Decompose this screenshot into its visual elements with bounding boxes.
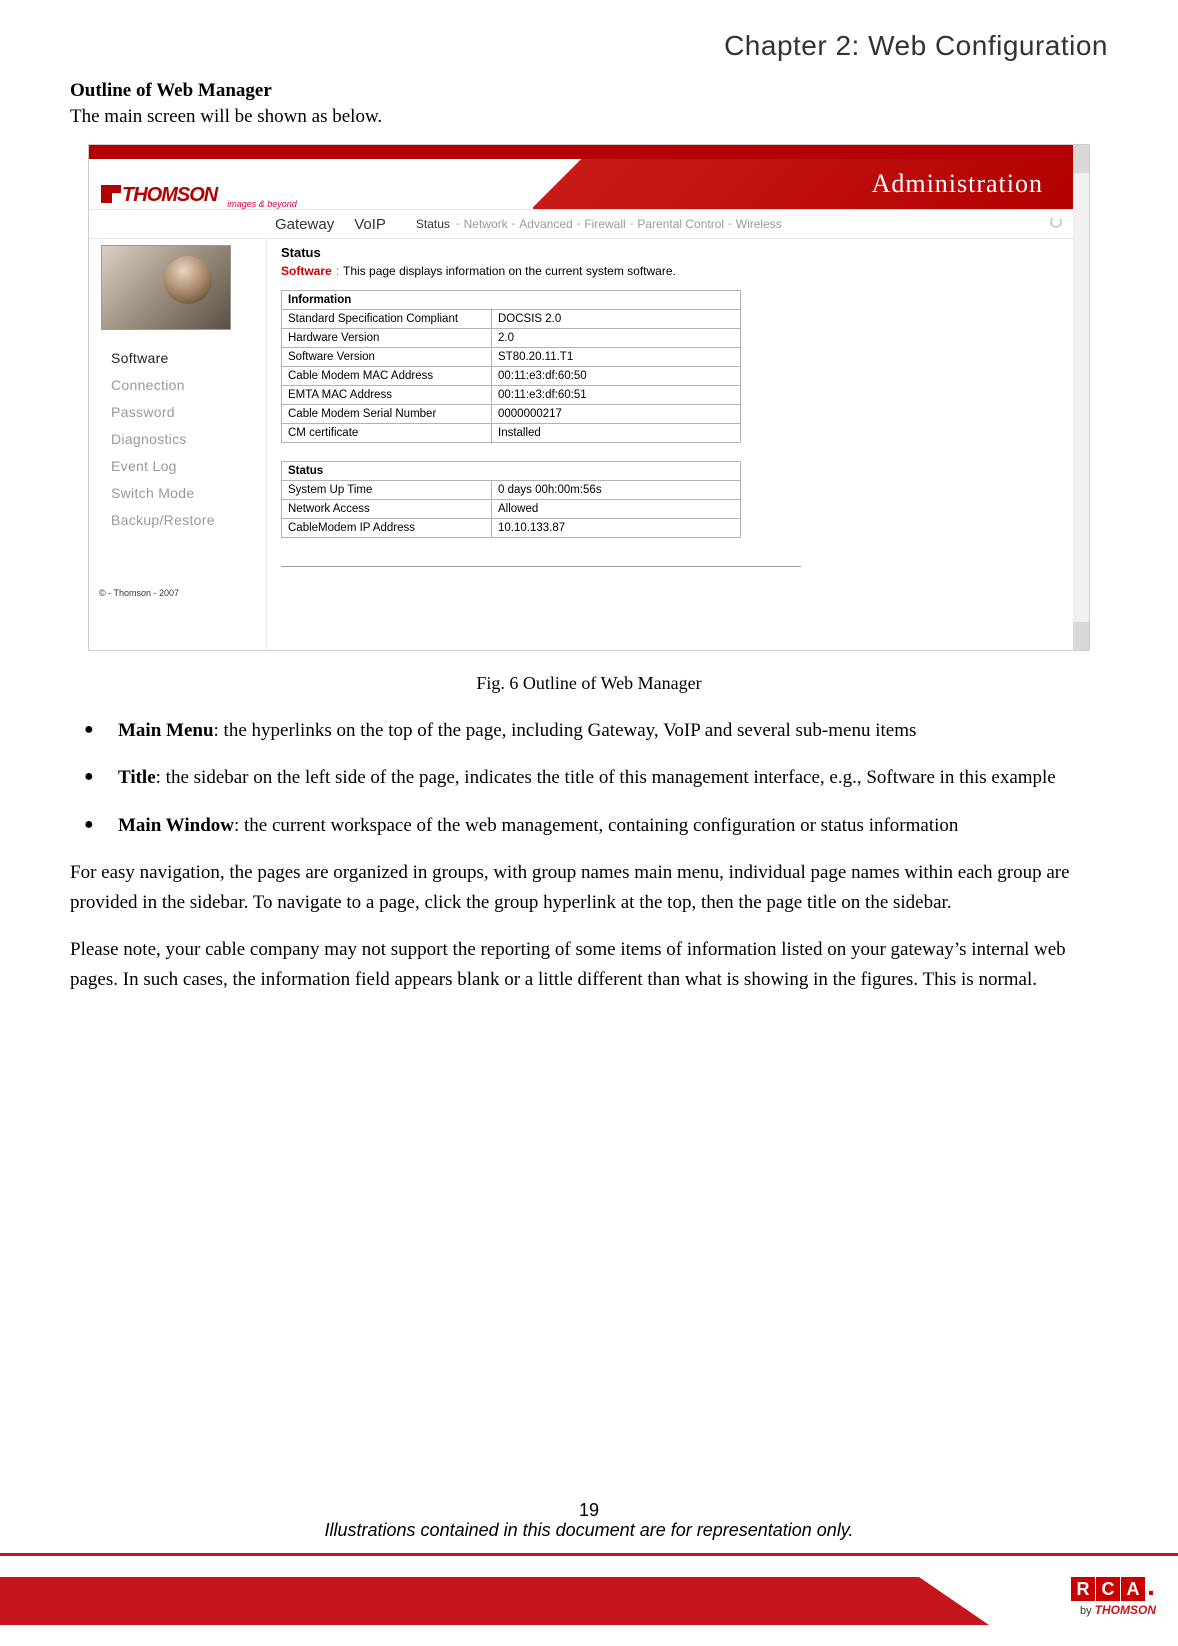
- table-row: CM certificateInstalled: [282, 424, 741, 443]
- sidebar-item-eventlog[interactable]: Event Log: [111, 458, 266, 474]
- menu-gateway[interactable]: Gateway: [267, 216, 342, 233]
- list-item: Title: the sidebar on the left side of t…: [70, 763, 1108, 792]
- page-footer: RCA. by THOMSON: [0, 1545, 1178, 1625]
- main-menu: Gateway VoIP Status- Network- Advanced- …: [89, 209, 1073, 239]
- table-row: Software VersionST80.20.11.T1: [282, 348, 741, 367]
- rca-logo: RCA. by THOMSON: [1071, 1577, 1156, 1617]
- header-banner: Administration: [533, 159, 1073, 209]
- sidebar-menu: Software Connection Password Diagnostics…: [111, 350, 266, 528]
- bullet-list: Main Menu: the hyperlinks on the top of …: [70, 716, 1108, 840]
- table-row: System Up Time0 days 00h:00m:56s: [282, 481, 741, 500]
- thomson-logo: THOMSON: [101, 184, 217, 207]
- chapter-title: Chapter 2: Web Configuration: [70, 30, 1108, 62]
- table-row: Hardware Version2.0: [282, 329, 741, 348]
- section-heading: Outline of Web Manager: [70, 80, 1108, 102]
- page-title: Status: [281, 245, 1059, 260]
- sidebar-item-connection[interactable]: Connection: [111, 377, 266, 393]
- figure-caption: Fig. 6 Outline of Web Manager: [70, 673, 1108, 694]
- sidebar-item-backup[interactable]: Backup/Restore: [111, 512, 266, 528]
- sidebar-item-password[interactable]: Password: [111, 404, 266, 420]
- top-red-band: [89, 145, 1073, 159]
- submenu-network[interactable]: Network: [464, 217, 508, 231]
- sidebar-item-diagnostics[interactable]: Diagnostics: [111, 431, 266, 447]
- page-number: 19: [0, 1500, 1178, 1521]
- submenu-parental[interactable]: Parental Control: [637, 217, 724, 231]
- screenshot-figure: THOMSON images & beyond Administration G…: [88, 144, 1090, 651]
- information-table: Information Standard Specification Compl…: [281, 290, 741, 443]
- list-item: Main Window: the current workspace of th…: [70, 811, 1108, 840]
- table-row: Standard Specification CompliantDOCSIS 2…: [282, 310, 741, 329]
- divider: [281, 566, 801, 567]
- table-row: Cable Modem Serial Number0000000217: [282, 405, 741, 424]
- submenu-status[interactable]: Status: [416, 217, 450, 231]
- submenu-wireless[interactable]: Wireless: [736, 217, 782, 231]
- submenu-advanced[interactable]: Advanced: [519, 217, 572, 231]
- table-row: EMTA MAC Address00:11:e3:df:60:51: [282, 386, 741, 405]
- disclaimer: Illustrations contained in this document…: [0, 1520, 1178, 1541]
- sidebar-item-software[interactable]: Software: [111, 350, 266, 366]
- software-line: Software:This page displays information …: [281, 264, 1059, 278]
- sidebar-photo: [101, 245, 231, 330]
- status-table-header: Status: [282, 462, 741, 481]
- table-row: Network AccessAllowed: [282, 500, 741, 519]
- paragraph: For easy navigation, the pages are organ…: [70, 858, 1108, 917]
- menu-voip[interactable]: VoIP: [346, 216, 394, 233]
- table-row: Cable Modem MAC Address00:11:e3:df:60:50: [282, 367, 741, 386]
- sidebar-item-switchmode[interactable]: Switch Mode: [111, 485, 266, 501]
- list-item: Main Menu: the hyperlinks on the top of …: [70, 716, 1108, 745]
- copyright: © - Thomson - 2007: [99, 588, 179, 598]
- main-window: Status Software:This page displays infor…: [267, 239, 1073, 650]
- paragraph: Please note, your cable company may not …: [70, 935, 1108, 994]
- logo-tagline: images & beyond: [227, 199, 297, 209]
- scrollbar[interactable]: [1073, 145, 1089, 650]
- table-row: CableModem IP Address10.10.133.87: [282, 519, 741, 538]
- submenu-firewall[interactable]: Firewall: [584, 217, 625, 231]
- sidebar: Software Connection Password Diagnostics…: [89, 239, 267, 650]
- status-table: Status System Up Time0 days 00h:00m:56s …: [281, 461, 741, 538]
- intro-text: The main screen will be shown as below.: [70, 106, 1108, 128]
- loading-icon: [1049, 215, 1063, 234]
- info-table-header: Information: [282, 291, 741, 310]
